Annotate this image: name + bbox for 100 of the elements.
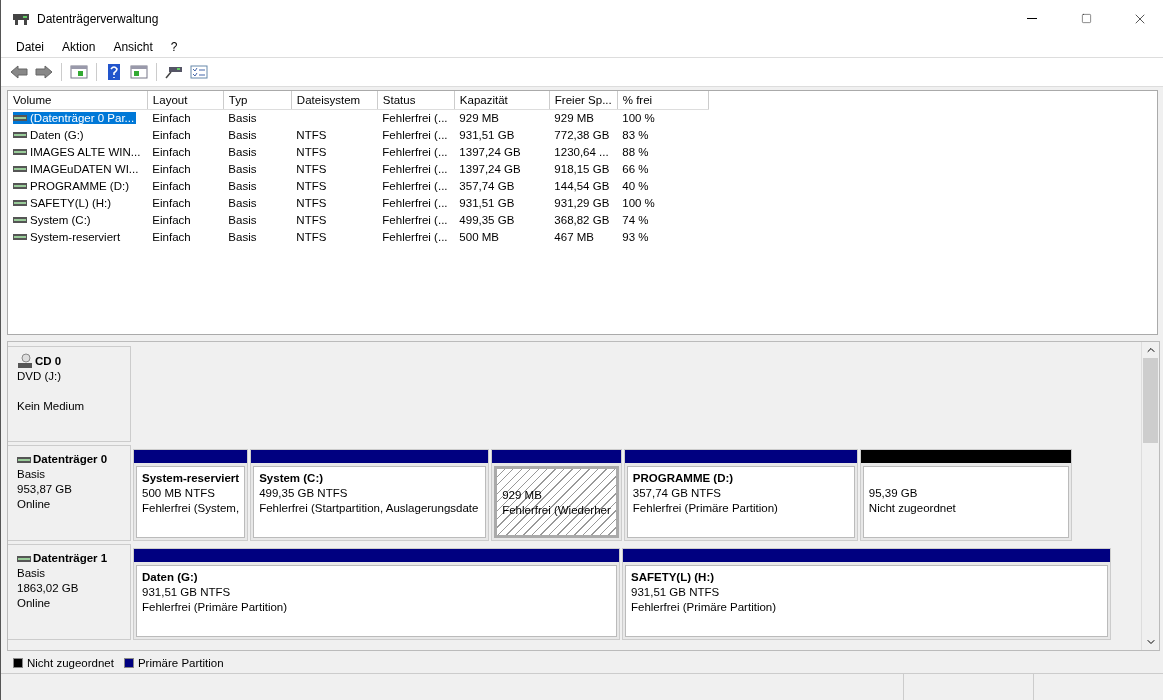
table-cell-text: Fehlerfrei (... bbox=[381, 212, 449, 228]
table-cell-text: 83 % bbox=[621, 127, 650, 143]
table-cell-text: 467 MB bbox=[553, 229, 595, 245]
menu-item[interactable]: Aktion bbox=[53, 40, 105, 54]
partition-size: 500 MB NTFS bbox=[142, 486, 216, 501]
table-cell-text: 1397,24 GB bbox=[458, 144, 522, 160]
disk-info: DVD (J:) bbox=[17, 369, 63, 384]
table-cell-text: 1230,64 ... bbox=[553, 144, 610, 160]
table-cell-text: 931,29 GB bbox=[553, 195, 611, 211]
table-cell-text: 931,51 GB bbox=[458, 127, 516, 143]
volume-cell[interactable]: SAFETY(L) (H:) bbox=[13, 196, 114, 209]
column-header[interactable]: Status bbox=[377, 91, 455, 109]
partition[interactable]: SAFETY(L) (H:) 931,51 GB NTFS Fehlerfrei (Primäre Partition) bbox=[622, 548, 1111, 640]
disk-info: Online bbox=[17, 497, 52, 512]
disk-info: Basis bbox=[17, 467, 47, 482]
volume-cell[interactable]: (Datenträger 0 Par... bbox=[13, 111, 137, 124]
table-cell-text: NTFS bbox=[295, 212, 328, 228]
table-cell: Basis bbox=[223, 109, 292, 126]
table-cell-text: 918,15 GB bbox=[553, 161, 611, 177]
disk-info: 953,87 GB bbox=[17, 482, 73, 497]
table-cell-text: 93 % bbox=[621, 229, 650, 245]
table-cell-text: NTFS bbox=[295, 178, 328, 194]
table-cell-text: 88 % bbox=[621, 144, 650, 160]
partition-name: System-reserviert bbox=[142, 471, 240, 486]
partition-name: System (C:) bbox=[259, 471, 325, 486]
table-cell-text: Fehlerfrei (... bbox=[381, 127, 449, 143]
table-cell-text: Fehlerfrei (... bbox=[381, 144, 449, 160]
disk-info: 1863,02 GB bbox=[17, 581, 80, 596]
partition[interactable]: Daten (G:) 931,51 GB NTFS Fehlerfrei (Primäre Partition) bbox=[133, 548, 620, 640]
table-cell-text: NTFS bbox=[295, 127, 328, 143]
disk-info: Kein Medium bbox=[17, 399, 86, 414]
disk-name: Datenträger 1 bbox=[33, 551, 108, 566]
legend-label: Nicht zugeordnet bbox=[27, 657, 114, 669]
volume-cell[interactable]: System-reserviert bbox=[13, 230, 123, 243]
disk-info: Basis bbox=[17, 566, 47, 581]
partition-size: 929 MB bbox=[502, 488, 543, 503]
legend-label: Primäre Partition bbox=[137, 657, 224, 669]
partition-status: Fehlerfrei (Startpartition, Auslagerungsdate bbox=[259, 501, 480, 516]
partition-status: Fehlerfrei (Primäre Partition) bbox=[632, 501, 779, 516]
disk-name: Datenträger 0 bbox=[33, 452, 108, 467]
table-cell: 929 MB bbox=[454, 109, 550, 126]
disk-label-panel[interactable]: CD 0 DVD (J:) Kein Medium bbox=[8, 346, 131, 442]
column-header[interactable]: Typ bbox=[223, 91, 292, 109]
window-title: Datenträgerverwaltung bbox=[37, 11, 160, 26]
volume-cell[interactable]: System (C:) bbox=[13, 213, 93, 226]
partition[interactable]: 929 MB Fehlerfrei (Wiederher bbox=[491, 449, 622, 541]
table-cell-text: 357,74 GB bbox=[458, 178, 516, 194]
partition-size: 931,51 GB NTFS bbox=[631, 585, 721, 600]
table-cell-text: 40 % bbox=[621, 178, 650, 194]
table-cell-text: Einfach bbox=[151, 127, 192, 143]
column-header[interactable]: Layout bbox=[147, 91, 224, 109]
table-cell: 100 % bbox=[617, 109, 709, 126]
partition[interactable]: System (C:) 499,35 GB NTFS Fehlerfrei (Startpartition, Auslagerungsdate bbox=[250, 449, 490, 541]
menu-item[interactable]: Datei bbox=[7, 40, 53, 54]
partition[interactable]: System-reserviert 500 MB NTFS Fehlerfrei (System, bbox=[133, 449, 249, 541]
table-cell-text: Basis bbox=[227, 161, 258, 177]
column-header[interactable]: Kapazität bbox=[454, 91, 550, 109]
table-cell-text: 74 % bbox=[621, 212, 650, 228]
volume-cell[interactable]: IMAGES ALTE WIN... bbox=[13, 145, 143, 158]
column-header[interactable]: Volume bbox=[8, 91, 148, 109]
table-cell-text: 66 % bbox=[621, 161, 650, 177]
partition-name: PROGRAMME (D:) bbox=[632, 471, 735, 486]
table-cell-text: Einfach bbox=[151, 212, 192, 228]
table-cell-text: Basis bbox=[227, 178, 258, 194]
table-cell-text: 368,82 GB bbox=[553, 212, 611, 228]
menu-item[interactable]: Ansicht bbox=[104, 40, 162, 54]
table-cell-text: NTFS bbox=[295, 161, 328, 177]
volume-cell[interactable]: IMAGEuDATEN WI... bbox=[13, 162, 141, 175]
volume-cell[interactable]: PROGRAMME (D:) bbox=[13, 179, 132, 192]
partition-status: Fehlerfrei (Primäre Partition) bbox=[142, 600, 289, 615]
column-header[interactable]: Freier Sp... bbox=[549, 91, 618, 109]
volume-cell[interactable]: Daten (G:) bbox=[13, 128, 86, 141]
table-cell-text: NTFS bbox=[295, 229, 328, 245]
disk-label-panel[interactable]: Datenträger 0 Basis 953,87 GB Online bbox=[8, 445, 131, 541]
table-cell-text: 499,35 GB bbox=[458, 212, 516, 228]
partition-size: 95,39 GB bbox=[868, 486, 919, 501]
menu-item[interactable]: ? bbox=[161, 40, 187, 54]
disk-label-panel[interactable]: Datenträger 1 Basis 1863,02 GB Online bbox=[8, 544, 131, 640]
table-cell-text: 1397,24 GB bbox=[458, 161, 522, 177]
column-header[interactable]: % frei bbox=[617, 91, 709, 109]
table-cell-text: Fehlerfrei (... bbox=[381, 161, 449, 177]
partition-status: Fehlerfrei (System, bbox=[142, 501, 240, 516]
partition-name: Daten (G:) bbox=[142, 570, 199, 585]
column-header[interactable]: Dateisystem bbox=[291, 91, 378, 109]
partition[interactable]: 95,39 GB Nicht zugeordnet bbox=[859, 449, 1072, 541]
table-cell-text: Einfach bbox=[151, 161, 192, 177]
partition-size: 499,35 GB NTFS bbox=[259, 486, 349, 501]
disk-info: Online bbox=[17, 596, 52, 611]
partition-size: 931,51 GB NTFS bbox=[142, 585, 232, 600]
table-cell-text: NTFS bbox=[295, 144, 328, 160]
table-cell-text: 931,51 GB bbox=[458, 195, 516, 211]
partition-name: SAFETY(L) (H:) bbox=[631, 570, 716, 585]
partition[interactable]: PROGRAMME (D:) 357,74 GB NTFS Fehlerfrei (Primäre Partition) bbox=[623, 449, 858, 541]
table-cell-text: NTFS bbox=[295, 195, 328, 211]
table-cell-text: Fehlerfrei (... bbox=[381, 195, 449, 211]
table-cell-text: Basis bbox=[227, 127, 258, 143]
table-cell-text: Einfach bbox=[151, 195, 192, 211]
table-cell-text: 772,38 GB bbox=[553, 127, 611, 143]
table-cell-text: 144,54 GB bbox=[553, 178, 611, 194]
table-cell: Einfach bbox=[147, 109, 224, 126]
